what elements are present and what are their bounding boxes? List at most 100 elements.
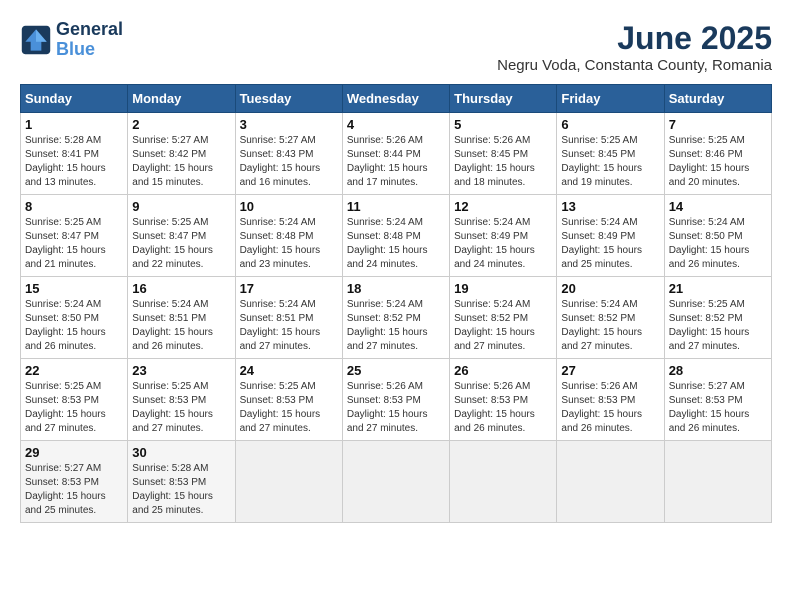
- day-number: 2: [132, 117, 230, 132]
- page-header: General Blue June 2025 Negru Voda, Const…: [20, 20, 772, 74]
- day-number: 4: [347, 117, 445, 132]
- calendar-day-18: 18 Sunrise: 5:24 AMSunset: 8:52 PMDayligh…: [342, 277, 449, 359]
- logo: General Blue: [20, 20, 123, 60]
- day-number: 26: [454, 363, 552, 378]
- day-info: Sunrise: 5:25 AMSunset: 8:46 PMDaylight:…: [669, 135, 750, 188]
- day-info: Sunrise: 5:25 AMSunset: 8:53 PMDaylight:…: [132, 381, 213, 434]
- calendar-day-2: 2 Sunrise: 5:27 AMSunset: 8:42 PMDaylight…: [128, 113, 235, 195]
- day-info: Sunrise: 5:24 AMSunset: 8:51 PMDaylight:…: [132, 299, 213, 352]
- day-info: Sunrise: 5:24 AMSunset: 8:51 PMDaylight:…: [240, 299, 321, 352]
- day-number: 16: [132, 281, 230, 296]
- calendar-day-29: 29Sunrise: 5:27 AMSunset: 8:53 PMDayligh…: [21, 441, 128, 523]
- day-info: Sunrise: 5:24 AMSunset: 8:52 PMDaylight:…: [454, 299, 535, 352]
- calendar-day-8: 8 Sunrise: 5:25 AMSunset: 8:47 PMDaylight…: [21, 195, 128, 277]
- day-number: 1: [25, 117, 123, 132]
- header-sunday: Sunday: [21, 85, 128, 113]
- day-number: 21: [669, 281, 767, 296]
- calendar-day-empty: [450, 441, 557, 523]
- day-number: 24: [240, 363, 338, 378]
- calendar-day-28: 28Sunrise: 5:27 AMSunset: 8:53 PMDayligh…: [664, 359, 771, 441]
- day-number: 19: [454, 281, 552, 296]
- header-monday: Monday: [128, 85, 235, 113]
- day-number: 22: [25, 363, 123, 378]
- day-info: Sunrise: 5:28 AMSunset: 8:41 PMDaylight:…: [25, 135, 106, 188]
- day-number: 8: [25, 199, 123, 214]
- calendar-day-empty: [557, 441, 664, 523]
- day-number: 7: [669, 117, 767, 132]
- day-number: 10: [240, 199, 338, 214]
- logo-icon: [20, 24, 52, 56]
- day-info: Sunrise: 5:25 AMSunset: 8:53 PMDaylight:…: [240, 381, 321, 434]
- day-info: Sunrise: 5:25 AMSunset: 8:53 PMDaylight:…: [25, 381, 106, 434]
- calendar-day-27: 27Sunrise: 5:26 AMSunset: 8:53 PMDayligh…: [557, 359, 664, 441]
- day-number: 28: [669, 363, 767, 378]
- day-info: Sunrise: 5:27 AMSunset: 8:53 PMDaylight:…: [25, 463, 106, 516]
- header-saturday: Saturday: [664, 85, 771, 113]
- day-info: Sunrise: 5:24 AMSunset: 8:52 PMDaylight:…: [347, 299, 428, 352]
- month-title: June 2025: [497, 20, 772, 57]
- day-info: Sunrise: 5:24 AMSunset: 8:50 PMDaylight:…: [25, 299, 106, 352]
- calendar: Sunday Monday Tuesday Wednesday Thursday…: [20, 84, 772, 523]
- day-info: Sunrise: 5:26 AMSunset: 8:53 PMDaylight:…: [454, 381, 535, 434]
- calendar-day-13: 13 Sunrise: 5:24 AMSunset: 8:49 PMDayligh…: [557, 195, 664, 277]
- calendar-day-12: 12 Sunrise: 5:24 AMSunset: 8:49 PMDayligh…: [450, 195, 557, 277]
- day-info: Sunrise: 5:26 AMSunset: 8:44 PMDaylight:…: [347, 135, 428, 188]
- header-wednesday: Wednesday: [342, 85, 449, 113]
- calendar-day-16: 16 Sunrise: 5:24 AMSunset: 8:51 PMDayligh…: [128, 277, 235, 359]
- day-number: 14: [669, 199, 767, 214]
- day-number: 18: [347, 281, 445, 296]
- calendar-day-7: 7 Sunrise: 5:25 AMSunset: 8:46 PMDaylight…: [664, 113, 771, 195]
- calendar-day-23: 23 Sunrise: 5:25 AMSunset: 8:53 PMDayligh…: [128, 359, 235, 441]
- calendar-week-3: 15Sunrise: 5:24 AMSunset: 8:50 PMDayligh…: [21, 277, 772, 359]
- calendar-day-20: 20 Sunrise: 5:24 AMSunset: 8:52 PMDayligh…: [557, 277, 664, 359]
- day-number: 20: [561, 281, 659, 296]
- day-number: 23: [132, 363, 230, 378]
- day-number: 6: [561, 117, 659, 132]
- day-info: Sunrise: 5:27 AMSunset: 8:43 PMDaylight:…: [240, 135, 321, 188]
- calendar-week-4: 22 Sunrise: 5:25 AMSunset: 8:53 PMDayligh…: [21, 359, 772, 441]
- calendar-week-5: 29Sunrise: 5:27 AMSunset: 8:53 PMDayligh…: [21, 441, 772, 523]
- calendar-day-11: 11 Sunrise: 5:24 AMSunset: 8:48 PMDayligh…: [342, 195, 449, 277]
- header-thursday: Thursday: [450, 85, 557, 113]
- day-info: Sunrise: 5:24 AMSunset: 8:48 PMDaylight:…: [347, 217, 428, 270]
- calendar-week-2: 8 Sunrise: 5:25 AMSunset: 8:47 PMDaylight…: [21, 195, 772, 277]
- calendar-day-30: 30 Sunrise: 5:28 AMSunset: 8:53 PMDayligh…: [128, 441, 235, 523]
- logo-text: General Blue: [56, 20, 123, 60]
- day-number: 3: [240, 117, 338, 132]
- day-info: Sunrise: 5:24 AMSunset: 8:49 PMDaylight:…: [561, 217, 642, 270]
- calendar-day-25: 25 Sunrise: 5:26 AMSunset: 8:53 PMDayligh…: [342, 359, 449, 441]
- calendar-day-22: 22 Sunrise: 5:25 AMSunset: 8:53 PMDayligh…: [21, 359, 128, 441]
- day-info: Sunrise: 5:27 AMSunset: 8:42 PMDaylight:…: [132, 135, 213, 188]
- calendar-day-19: 19 Sunrise: 5:24 AMSunset: 8:52 PMDayligh…: [450, 277, 557, 359]
- calendar-day-14: 14 Sunrise: 5:24 AMSunset: 8:50 PMDayligh…: [664, 195, 771, 277]
- calendar-day-9: 9Sunrise: 5:25 AMSunset: 8:47 PMDaylight…: [128, 195, 235, 277]
- day-number: 11: [347, 199, 445, 214]
- calendar-day-10: 10 Sunrise: 5:24 AMSunset: 8:48 PMDayligh…: [235, 195, 342, 277]
- calendar-day-6: 6Sunrise: 5:25 AMSunset: 8:45 PMDaylight…: [557, 113, 664, 195]
- calendar-day-15: 15Sunrise: 5:24 AMSunset: 8:50 PMDayligh…: [21, 277, 128, 359]
- day-info: Sunrise: 5:24 AMSunset: 8:48 PMDaylight:…: [240, 217, 321, 270]
- header-tuesday: Tuesday: [235, 85, 342, 113]
- calendar-day-17: 17Sunrise: 5:24 AMSunset: 8:51 PMDayligh…: [235, 277, 342, 359]
- day-number: 25: [347, 363, 445, 378]
- day-number: 12: [454, 199, 552, 214]
- header-friday: Friday: [557, 85, 664, 113]
- day-number: 30: [132, 445, 230, 460]
- calendar-week-1: 1 Sunrise: 5:28 AMSunset: 8:41 PMDaylight…: [21, 113, 772, 195]
- calendar-day-3: 3 Sunrise: 5:27 AMSunset: 8:43 PMDaylight…: [235, 113, 342, 195]
- calendar-day-empty: [342, 441, 449, 523]
- day-info: Sunrise: 5:24 AMSunset: 8:52 PMDaylight:…: [561, 299, 642, 352]
- calendar-day-4: 4 Sunrise: 5:26 AMSunset: 8:44 PMDaylight…: [342, 113, 449, 195]
- day-number: 5: [454, 117, 552, 132]
- calendar-day-1: 1 Sunrise: 5:28 AMSunset: 8:41 PMDaylight…: [21, 113, 128, 195]
- day-info: Sunrise: 5:25 AMSunset: 8:52 PMDaylight:…: [669, 299, 750, 352]
- day-info: Sunrise: 5:24 AMSunset: 8:50 PMDaylight:…: [669, 217, 750, 270]
- day-info: Sunrise: 5:28 AMSunset: 8:53 PMDaylight:…: [132, 463, 213, 516]
- day-number: 13: [561, 199, 659, 214]
- day-info: Sunrise: 5:26 AMSunset: 8:53 PMDaylight:…: [347, 381, 428, 434]
- calendar-header-row: Sunday Monday Tuesday Wednesday Thursday…: [21, 85, 772, 113]
- day-info: Sunrise: 5:24 AMSunset: 8:49 PMDaylight:…: [454, 217, 535, 270]
- day-number: 27: [561, 363, 659, 378]
- calendar-day-24: 24 Sunrise: 5:25 AMSunset: 8:53 PMDayligh…: [235, 359, 342, 441]
- day-info: Sunrise: 5:25 AMSunset: 8:47 PMDaylight:…: [25, 217, 106, 270]
